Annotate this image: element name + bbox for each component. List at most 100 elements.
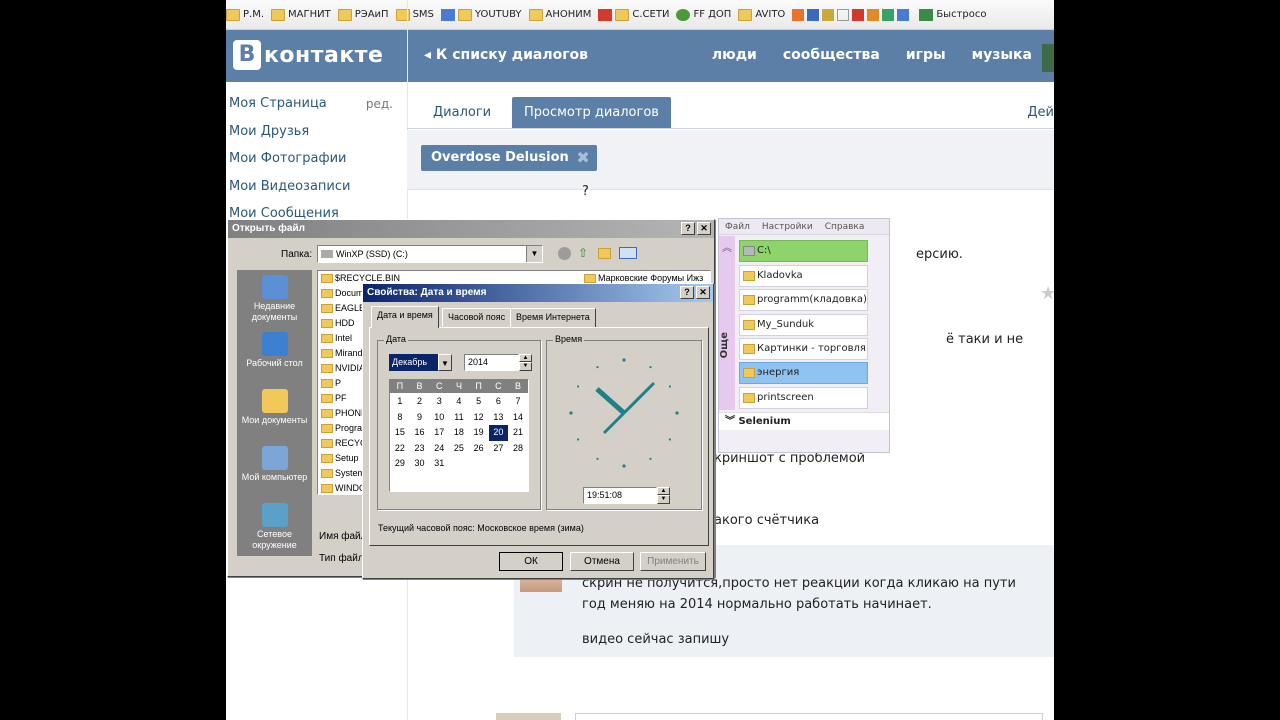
file-panel-item[interactable]: Картинки - торговля bbox=[739, 338, 868, 360]
tab-date-time[interactable]: Дата и время bbox=[371, 306, 439, 328]
time-input[interactable]: 19:51:08 bbox=[583, 487, 657, 504]
file-row[interactable]: NVIDIA bbox=[321, 361, 365, 376]
file-row[interactable]: RECYC bbox=[321, 436, 367, 451]
spin-up-icon[interactable]: ▲ bbox=[519, 354, 532, 362]
bookmark-reaip[interactable]: РЭАиП bbox=[337, 8, 389, 21]
calendar-day[interactable]: 31 bbox=[429, 456, 449, 472]
bookmark-magnit[interactable]: МАГНИТ bbox=[271, 8, 331, 21]
calendar-day[interactable]: 11 bbox=[449, 410, 469, 426]
file-row[interactable]: PF bbox=[321, 391, 347, 406]
vk-logo[interactable]: В контакте bbox=[233, 40, 383, 70]
edit-link[interactable]: ред. bbox=[366, 94, 393, 122]
calendar-day[interactable]: 3 bbox=[429, 394, 449, 410]
file-row[interactable]: PHONE bbox=[321, 406, 367, 421]
nav-communities[interactable]: сообщества bbox=[783, 47, 880, 63]
datetime-dialog-titlebar[interactable]: Свойства: Дата и время ? ✕ bbox=[363, 284, 713, 302]
new-folder-icon[interactable] bbox=[598, 248, 611, 259]
bookmark-site-icon[interactable] bbox=[837, 8, 850, 21]
calendar-day[interactable]: 28 bbox=[508, 441, 528, 457]
calendar-day[interactable]: 5 bbox=[469, 394, 489, 410]
calendar-day[interactable]: 23 bbox=[410, 441, 430, 457]
view-menu-icon[interactable] bbox=[619, 247, 637, 259]
file-row[interactable]: HDD bbox=[321, 316, 355, 331]
file-row[interactable]: System bbox=[321, 466, 365, 481]
bookmark-avito[interactable]: AVITO bbox=[738, 8, 785, 21]
time-spinner[interactable]: ▲ ▼ bbox=[657, 487, 670, 504]
menu-my-page[interactable]: Моя Страница ред. bbox=[229, 94, 399, 122]
calendar-day[interactable]: 30 bbox=[410, 456, 430, 472]
back-to-dialogs-link[interactable]: ◂ К списку диалогов bbox=[424, 47, 588, 63]
file-panel-item[interactable]: programm(кладовка) bbox=[739, 289, 868, 311]
calendar-day[interactable]: 21 bbox=[508, 425, 528, 441]
calendar-day[interactable]: 10 bbox=[429, 410, 449, 426]
chevron-down-icon[interactable]: ▼ bbox=[526, 246, 542, 262]
calendar-day[interactable]: 2 bbox=[410, 394, 430, 410]
spin-down-icon[interactable]: ▼ bbox=[657, 495, 670, 504]
tab-timezone[interactable]: Часовой пояс bbox=[442, 308, 512, 327]
nav-people[interactable]: люди bbox=[712, 47, 757, 63]
calendar-day[interactable]: 22 bbox=[390, 441, 410, 457]
menu-settings[interactable]: Настройки bbox=[762, 219, 813, 234]
bookmark-site-icon[interactable] bbox=[867, 8, 880, 21]
nav-music[interactable]: музыка bbox=[972, 47, 1032, 63]
bookmark-sms[interactable]: SMS bbox=[395, 8, 434, 21]
up-folder-icon[interactable]: ⇧ bbox=[578, 246, 588, 260]
place-network[interactable]: Сетевое окружение bbox=[237, 503, 312, 551]
bookmark-ssety[interactable]: С.СЕТИ bbox=[598, 8, 669, 21]
file-panel-item-hovered[interactable]: энергия bbox=[739, 362, 868, 384]
close-button[interactable]: ✕ bbox=[697, 222, 711, 235]
calendar-day[interactable]: 24 bbox=[429, 441, 449, 457]
spin-down-icon[interactable]: ▼ bbox=[519, 362, 532, 371]
place-my-documents[interactable]: Мои документы bbox=[237, 389, 312, 426]
calendar-day[interactable]: 19 bbox=[469, 425, 489, 441]
bookmark-site-icon[interactable] bbox=[882, 8, 895, 21]
cancel-button[interactable]: Отмена bbox=[570, 552, 634, 571]
bookmark-anonim[interactable]: АНОНИМ bbox=[528, 8, 591, 21]
menu-my-friends[interactable]: Мои Друзья bbox=[229, 122, 399, 150]
file-row[interactable]: Setup bbox=[321, 451, 359, 466]
apply-button[interactable]: Применить bbox=[640, 552, 706, 571]
place-recent[interactable]: Недавние документы bbox=[237, 275, 312, 323]
menu-help[interactable]: Справка bbox=[825, 219, 865, 234]
file-row[interactable]: P bbox=[321, 376, 341, 391]
calendar-day[interactable]: 8 bbox=[390, 410, 410, 426]
calendar-day[interactable]: 29 bbox=[390, 456, 410, 472]
tab-actions-link[interactable]: Дей bbox=[1027, 97, 1054, 128]
message-input[interactable] bbox=[575, 713, 1043, 720]
close-icon[interactable]: ✖ bbox=[576, 145, 589, 171]
bookmark-site-icon[interactable] bbox=[807, 8, 820, 21]
calendar-day[interactable]: 9 bbox=[410, 410, 430, 426]
file-row[interactable]: WINDO bbox=[321, 481, 366, 496]
star-icon[interactable]: ★ bbox=[1040, 283, 1054, 304]
file-row[interactable]: EAGLE bbox=[321, 301, 365, 316]
menu-my-photos[interactable]: Мои Фотографии bbox=[229, 149, 399, 177]
nav-games[interactable]: игры bbox=[906, 47, 946, 63]
bookmark-site-icon[interactable] bbox=[822, 8, 835, 21]
help-button[interactable]: ? bbox=[681, 222, 695, 235]
close-button[interactable]: ✕ bbox=[696, 286, 710, 299]
calendar-day[interactable]: 27 bbox=[489, 441, 509, 457]
chevron-up-icon[interactable]: ︽ bbox=[722, 239, 732, 254]
tab-view-dialogs[interactable]: Просмотр диалогов bbox=[512, 97, 671, 128]
calendar-day[interactable]: 4 bbox=[449, 394, 469, 410]
menu-file[interactable]: Файл bbox=[725, 219, 750, 234]
ok-button[interactable]: ОК bbox=[499, 552, 563, 571]
open-dialog-titlebar[interactable]: Открыть файл ? ✕ bbox=[228, 220, 714, 238]
file-panel-item[interactable]: C:\ bbox=[739, 240, 868, 262]
back-icon[interactable] bbox=[558, 247, 571, 260]
chat-user-chip[interactable]: Overdose Delusion ✖ bbox=[421, 145, 597, 171]
help-button[interactable]: ? bbox=[680, 286, 694, 299]
bookmark-site-icon[interactable] bbox=[792, 8, 805, 21]
bookmark-youtuby[interactable]: YOUTUBY bbox=[440, 8, 522, 21]
bookmark-fast[interactable]: Быстросо bbox=[919, 8, 986, 21]
calendar-day[interactable]: 15 bbox=[390, 425, 410, 441]
bookmark-rm[interactable]: Р.М. bbox=[226, 8, 264, 21]
bookmark-site-icon[interactable] bbox=[897, 8, 910, 21]
avatar[interactable] bbox=[496, 713, 561, 720]
calendar-day-selected[interactable]: 20 bbox=[488, 425, 509, 441]
tab-dialogs[interactable]: Диалоги bbox=[421, 97, 503, 128]
year-spinner[interactable]: ▲ ▼ bbox=[519, 354, 532, 371]
calendar-day[interactable]: 12 bbox=[469, 410, 489, 426]
chevron-down-icon[interactable]: ▼ bbox=[438, 354, 452, 371]
month-select[interactable]: Декабрь ▼ bbox=[389, 354, 452, 371]
